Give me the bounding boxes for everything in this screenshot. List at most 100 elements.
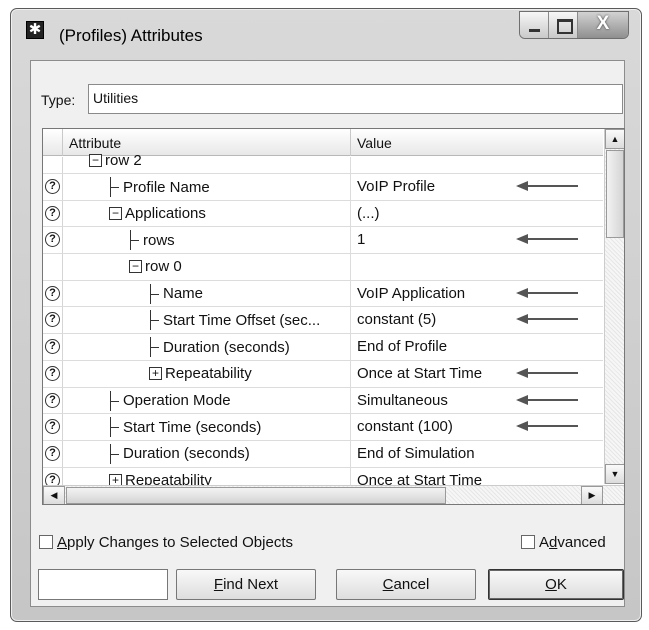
window-title: (Profiles) Attributes <box>59 26 203 45</box>
row-column-separator <box>350 157 351 173</box>
advanced-checkbox[interactable] <box>521 535 535 549</box>
attribute-cell[interactable]: Duration (seconds) <box>149 337 290 358</box>
row-column-separator <box>350 174 351 200</box>
grid-row[interactable]: ? rows 1 <box>43 227 603 255</box>
attribute-cell[interactable]: rows <box>129 230 175 251</box>
value-cell[interactable]: constant (5) <box>357 311 436 328</box>
horizontal-scrollbar[interactable]: ◀ ▶ <box>43 485 624 504</box>
maximize-button[interactable] <box>549 12 578 38</box>
attribute-cell[interactable]: Duration (seconds) <box>109 443 250 464</box>
annotation-arrow-icon <box>516 234 578 245</box>
grid-row[interactable]: ? Duration (seconds) End of Profile <box>43 334 603 361</box>
annotation-arrow-icon <box>516 287 578 298</box>
find-next-button[interactable]: Find Next <box>176 569 316 600</box>
apply-changes-label[interactable]: Apply Changes to Selected Objects <box>57 534 293 551</box>
row-column-separator <box>350 280 351 307</box>
tree-branch-icon <box>129 230 141 251</box>
grid-row[interactable]: ? Profile Name VoIP Profile <box>43 174 603 201</box>
row-gutter <box>43 157 63 173</box>
collapse-node-icon[interactable]: − <box>109 206 122 220</box>
grid-row[interactable]: ? + Repeatability Once at Start Time <box>43 360 603 388</box>
title-bar[interactable]: ✱ (Profiles) Attributes X <box>11 9 641 59</box>
scroll-up-arrow-icon[interactable]: ▲ <box>605 129 624 149</box>
value-cell[interactable]: VoIP Profile <box>357 178 435 195</box>
value-cell[interactable]: constant (100) <box>357 418 453 435</box>
annotation-arrow-icon <box>516 314 578 325</box>
attribute-cell[interactable]: − row 2 <box>89 152 142 169</box>
help-icon[interactable]: ? <box>45 339 60 355</box>
close-icon: X <box>596 13 610 34</box>
attribute-label: Repeatability <box>165 364 252 382</box>
row-column-separator <box>350 387 351 414</box>
collapse-node-icon[interactable]: − <box>129 260 142 274</box>
scroll-right-arrow-icon[interactable]: ▶ <box>581 486 603 504</box>
grid-row[interactable]: − row 2 <box>43 152 603 174</box>
attribute-label: row 0 <box>145 258 182 276</box>
tree-branch-icon <box>149 310 161 331</box>
tree-branch-icon <box>109 417 121 438</box>
attribute-label: Start Time Offset (sec... <box>163 311 321 329</box>
grid-rows: − row 2? Profile Name VoIP Profile? − Applica… <box>43 152 603 495</box>
attribute-cell[interactable]: + Repeatability <box>149 365 252 382</box>
help-icon[interactable]: ? <box>45 285 60 301</box>
grid-row[interactable]: ? Start Time Offset (sec... constant (5) <box>43 307 603 335</box>
value-cell[interactable]: End of Simulation <box>357 445 475 462</box>
help-icon[interactable]: ? <box>45 232 60 248</box>
header-gutter <box>43 129 63 156</box>
attribute-cell[interactable]: Profile Name <box>109 177 210 197</box>
collapse-node-icon[interactable]: − <box>89 154 102 167</box>
vertical-scrollbar[interactable]: ▲ ▼ <box>604 129 624 484</box>
help-icon[interactable]: ? <box>45 205 60 221</box>
vertical-scroll-thumb[interactable] <box>606 150 624 238</box>
value-cell[interactable]: Once at Start Time <box>357 365 482 382</box>
app-star-icon: ✱ <box>26 21 44 39</box>
annotation-arrow-icon <box>516 181 578 191</box>
find-input[interactable] <box>38 569 168 600</box>
value-cell[interactable]: End of Profile <box>357 338 447 355</box>
help-icon[interactable]: ? <box>45 365 60 381</box>
advanced-label[interactable]: Advanced <box>539 534 606 551</box>
row-gutter: ? <box>43 307 63 334</box>
help-icon[interactable]: ? <box>45 419 60 435</box>
horizontal-scroll-thumb[interactable] <box>66 487 446 504</box>
grid-row[interactable]: ? Start Time (seconds) constant (100) <box>43 414 603 441</box>
grid-row[interactable]: ? Duration (seconds) End of Simulation <box>43 440 603 468</box>
column-separator[interactable] <box>350 129 351 156</box>
minimize-button[interactable] <box>520 12 549 38</box>
attribute-column-header[interactable]: Attribute <box>69 135 121 151</box>
value-cell[interactable]: VoIP Application <box>357 285 465 302</box>
help-icon[interactable]: ? <box>45 445 60 461</box>
attribute-cell[interactable]: − row 0 <box>129 258 182 275</box>
attribute-cell[interactable]: Name <box>149 283 203 304</box>
value-cell[interactable]: Simultaneous <box>357 392 448 409</box>
annotation-arrow-icon <box>516 421 578 432</box>
attribute-cell[interactable]: Start Time (seconds) <box>109 417 261 438</box>
help-icon[interactable]: ? <box>45 179 60 194</box>
row-column-separator <box>350 360 351 387</box>
row-column-separator <box>350 307 351 334</box>
attributes-dialog: ✱ (Profiles) Attributes X Type: Utilitie… <box>10 8 642 622</box>
attribute-cell[interactable]: Start Time Offset (sec... <box>149 310 321 331</box>
expand-node-icon[interactable]: + <box>149 366 162 380</box>
type-field[interactable]: Utilities <box>88 84 623 114</box>
row-column-separator <box>350 254 351 280</box>
attribute-cell[interactable]: − Applications <box>109 205 206 222</box>
grid-row[interactable]: ? − Applications (...) <box>43 200 603 228</box>
attribute-cell[interactable]: Operation Mode <box>109 390 231 411</box>
apply-changes-checkbox[interactable] <box>39 535 53 549</box>
annotation-arrow-icon <box>516 367 578 378</box>
grid-row[interactable]: − row 0 <box>43 254 603 281</box>
ok-button[interactable]: OK <box>488 569 624 600</box>
grid-row[interactable]: ? Operation Mode Simultaneous <box>43 387 603 415</box>
row-gutter: ? <box>43 280 63 307</box>
scroll-down-arrow-icon[interactable]: ▼ <box>605 464 624 484</box>
grid-row[interactable]: ? Name VoIP Application <box>43 280 603 308</box>
help-icon[interactable]: ? <box>45 312 60 328</box>
cancel-button[interactable]: Cancel <box>336 569 476 600</box>
value-column-header[interactable]: Value <box>357 135 392 151</box>
scroll-left-arrow-icon[interactable]: ◀ <box>43 486 65 504</box>
value-cell[interactable]: 1 <box>357 231 365 248</box>
close-button[interactable]: X <box>578 12 628 38</box>
help-icon[interactable]: ? <box>45 392 60 408</box>
value-cell[interactable]: (...) <box>357 205 380 222</box>
